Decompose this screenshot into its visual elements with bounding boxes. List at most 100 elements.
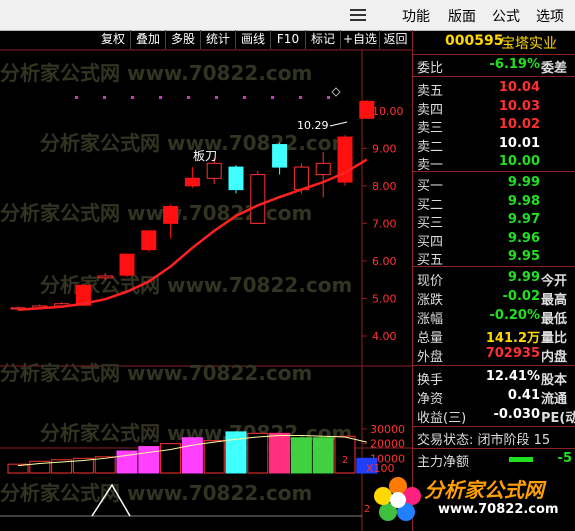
toolbar-statistics-button[interactable]: 统计 (201, 30, 236, 49)
row-value: 9.96 (507, 230, 540, 246)
fin-row: 净资 0.41 流通 (413, 388, 575, 407)
row-value: 702935 (485, 346, 540, 361)
divider (413, 76, 575, 77)
price-tick-label: 6.00 (372, 255, 397, 268)
divider (413, 365, 575, 366)
row-label: 卖二 (417, 139, 444, 155)
main-flow-row: 主力净额 -5 (413, 451, 575, 470)
row-label: 涨幅 (417, 312, 444, 327)
row-label: 卖五 (417, 84, 444, 99)
ask-row: 卖一 10.00 (413, 154, 575, 173)
stat-row: 总量 141.2万 量比 (413, 327, 575, 346)
toolbar-multi-stock-button[interactable]: 多股 (166, 30, 201, 49)
bid-row: 买一 9.99 (413, 175, 575, 194)
volume-bar (247, 432, 269, 474)
row-extra-label: 最高 (541, 293, 568, 308)
marker-dot (159, 96, 162, 99)
row-label: 买三 (417, 216, 444, 231)
menu-options[interactable]: 选项 (536, 6, 564, 26)
marker-dot (103, 96, 106, 99)
row-extra-label: 流通 (541, 392, 568, 407)
divider (413, 448, 575, 449)
candle-body (293, 166, 309, 191)
stat-row: 涨跌 -0.02 最高 (413, 289, 575, 308)
watermark-text: 分析家公式网 www.70822.com (0, 201, 312, 225)
row-value: -6.19% (489, 57, 541, 72)
menu-function[interactable]: 功能 (402, 6, 430, 26)
annotation-label: 板刀 (193, 149, 217, 163)
volume-bar (181, 437, 203, 474)
price-tick-label: 10.00 (372, 105, 404, 118)
site-logo: 分析家公式网 www.70822.com (368, 472, 568, 522)
row-label: 卖三 (417, 121, 444, 136)
volume-tick-label: 30000 (370, 423, 405, 436)
toolbar-overlay-button[interactable]: 叠加 (131, 30, 166, 49)
row-value: 10.01 (498, 135, 540, 151)
volume-bar (312, 437, 334, 474)
flower-logo-icon (374, 477, 421, 521)
row-extra-label: 今开 (541, 274, 568, 289)
marker-dot (299, 96, 302, 99)
menu-bar: 功能 版面 公式 选项 (0, 0, 575, 31)
commission-ratio-row: 委比 -6.19% 委差 (413, 57, 575, 76)
price-tick-label: 9.00 (372, 142, 397, 155)
row-label: 买一 (417, 179, 444, 194)
menu-layout[interactable]: 版面 (448, 6, 476, 26)
main-flow-bar (509, 457, 533, 462)
toolbar-restore-rights-button[interactable]: 复权 (96, 30, 131, 49)
row-label: 买四 (417, 234, 444, 250)
row-value: 10.02 (498, 117, 540, 132)
marker-dot (243, 96, 246, 99)
row-value: 10.00 (498, 154, 540, 169)
toolbar-add-favorite-button[interactable]: +自选 (341, 30, 380, 49)
hamburger-menu-icon[interactable] (348, 7, 370, 23)
toolbar-back-button[interactable]: 返回 (380, 30, 411, 49)
row-extra-label: PE(动 (541, 411, 575, 426)
row-label: 涨跌 (417, 293, 444, 308)
candle-body (184, 177, 200, 187)
row-value: 9.99 (507, 270, 540, 285)
watermark-text: 分析家公式网 www.70822.com (0, 361, 312, 385)
candle-body (315, 162, 331, 176)
row-label: 收益(三) (417, 411, 467, 426)
stat-row: 现价 9.99 今开 (413, 270, 575, 289)
row-value: 141.2万 (485, 331, 540, 346)
indicator-label: 2 (342, 455, 348, 466)
volume-tick-label: 20000 (370, 438, 405, 451)
row-label: 外盘 (417, 350, 444, 365)
marker-dot (131, 96, 134, 99)
candle-body (141, 230, 157, 251)
candle-body (119, 253, 135, 276)
row-value: 9.99 (507, 175, 540, 190)
row-value: -0.030 (493, 407, 540, 422)
row-value: 12.41% (485, 369, 540, 384)
bid-row: 买三 9.97 (413, 212, 575, 231)
price-tick-label: 4.00 (372, 330, 397, 343)
price-tick-label: 8.00 (372, 180, 397, 193)
toolbar-draw-button[interactable]: 画线 (236, 30, 271, 49)
toolbar-mark-button[interactable]: 标记 (306, 30, 341, 49)
row-extra-label: 量比 (541, 331, 568, 346)
main-flow-value: -5 (557, 451, 572, 466)
marker-dot (271, 96, 274, 99)
divider (413, 426, 575, 427)
kline-chart[interactable]: 分析家公式网 www.70822.com 分析家公式网 www.70822.com… (0, 30, 412, 531)
price-tick-label: 5.00 (372, 292, 397, 305)
row-extra-label: 内盘 (541, 350, 568, 365)
menu-formula[interactable]: 公式 (492, 6, 520, 26)
row-value: 9.97 (507, 212, 540, 227)
toolbar-f10-button[interactable]: F10 (271, 30, 306, 49)
logo-url: www.70822.com (438, 502, 559, 517)
row-value: 10.04 (498, 80, 540, 95)
row-extra-label: 股本 (541, 373, 568, 388)
candle-body (163, 205, 179, 224)
trade-status: 交易状态: 闭市阶段 15 (417, 433, 551, 448)
divider (413, 266, 575, 267)
marker-dot (187, 96, 190, 99)
marker-dot (215, 96, 218, 99)
watermark-text: 分析家公式网 www.70822.com (0, 481, 312, 505)
candle-body (97, 275, 113, 279)
divider (413, 171, 575, 172)
row-label: 买二 (417, 197, 444, 213)
row-extra-label: 最低 (541, 312, 568, 327)
